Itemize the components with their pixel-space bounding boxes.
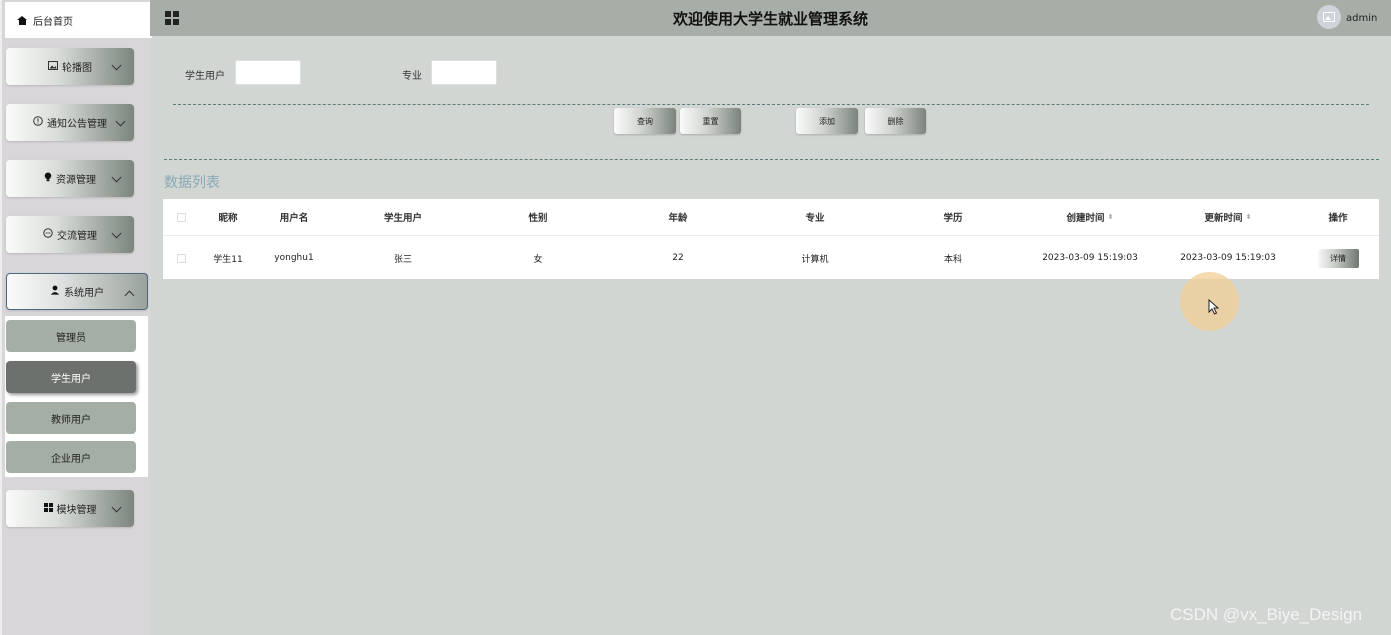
reset-button[interactable]: 重置 [680,108,741,134]
submenu-item-label: 教师用户 [51,414,91,426]
sort-icon: ⬍ [1107,213,1114,221]
menu-resource-label: 资源管理 [56,175,96,186]
sort-icon: ⬍ [1245,213,1252,221]
grid-icon [43,502,53,515]
submenu-item-teacher[interactable]: 教师用户 [6,402,136,434]
table-header: 昵称 用户名 学生用户 性别 年龄 专业 学历 创建时间 ⬍ 更新时间 ⬍ 操作 [163,199,1379,236]
column-header: 专业 [805,213,825,224]
menu-resource[interactable]: 资源管理 [6,160,134,197]
query-button[interactable]: 查询 [614,108,676,134]
column-header-label: 更新时间 [1204,213,1243,224]
row-checkbox[interactable] [176,253,186,263]
menu-carousel[interactable]: 轮播图 [6,48,134,85]
submenu-item-student[interactable]: 学生用户 [6,361,136,393]
menu-system-users-label: 系统用户 [64,288,104,299]
column-header: 学历 [943,213,963,224]
cell-updated: 2023-03-09 15:19:03 [1180,253,1276,263]
chevron-down-icon [111,228,122,239]
home-menu-item[interactable]: 后台首页 [5,2,152,38]
chevron-up-icon [124,290,135,301]
submenu-item-enterprise[interactable]: 企业用户 [6,441,136,473]
submenu-item-label: 企业用户 [51,453,91,465]
detail-button[interactable]: 详情 [1317,248,1359,268]
menu-notice[interactable]: 通知公告管理 [6,104,134,141]
user-icon [50,285,60,298]
cell-education: 本科 [943,254,962,265]
chevron-down-icon [111,172,122,183]
mouse-cursor-icon [1208,299,1220,315]
username[interactable]: admin [1346,13,1377,24]
menu-communication[interactable]: 交流管理 [6,216,134,253]
major-input[interactable] [431,60,497,85]
bulb-icon [44,172,52,185]
delete-button[interactable]: 删除 [865,108,926,134]
menu-modules-label: 模块管理 [56,505,97,516]
cell-major: 计算机 [801,254,829,265]
top-bar: 欢迎使用大学生就业管理系统 admin [150,0,1391,36]
row-select-cell [171,237,191,279]
divider [164,159,1379,160]
column-header: 操作 [1328,213,1348,224]
menu-carousel-label: 轮播图 [62,63,92,74]
cell-username: yonghu1 [274,253,314,263]
info-circle-icon [33,116,43,129]
add-button[interactable]: 添加 [796,108,858,134]
data-table: 昵称 用户名 学生用户 性别 年龄 专业 学历 创建时间 ⬍ 更新时间 ⬍ 操作 学… [163,199,1379,279]
home-label: 后台首页 [33,16,73,28]
sidebar: 后台首页 轮播图 通知公告管理 资源管理 交流管理 系统用户 管理员 学生用户 … [0,0,152,635]
divider [173,104,1369,105]
column-header: 性别 [528,213,548,224]
cell-action: 详情 [1313,237,1363,279]
home-icon [17,15,27,25]
select-all-checkbox[interactable] [176,212,186,222]
chat-bubble-icon [43,228,53,241]
cell-student: 张三 [393,254,412,265]
menu-communication-label: 交流管理 [57,231,97,242]
chevron-down-icon [111,60,122,71]
student-user-input[interactable] [235,60,301,85]
image-icon [1323,12,1335,22]
column-header-label: 创建时间 [1066,213,1105,224]
cell-gender: 女 [533,254,543,265]
image-icon [48,60,58,73]
avatar[interactable] [1317,5,1341,29]
chevron-down-icon [115,116,126,127]
select-all-cell [171,199,191,235]
menu-modules[interactable]: 模块管理 [6,490,134,527]
menu-system-users[interactable]: 系统用户 [6,273,148,310]
cell-nickname: 学生11 [213,254,243,265]
column-header: 年龄 [668,213,688,224]
column-header-sortable[interactable]: 创建时间 ⬍ [1035,199,1145,235]
table-row: 学生11 yonghu1 张三 女 22 计算机 本科 2023-03-09 1… [163,237,1379,279]
submenu-item-label: 管理员 [56,332,86,344]
student-user-label: 学生用户 [185,71,225,82]
chevron-down-icon [111,502,122,513]
submenu-item-admin[interactable]: 管理员 [6,320,136,352]
cell-age: 22 [672,253,684,263]
system-users-submenu: 管理员 学生用户 教师用户 企业用户 [5,316,148,477]
menu-notice-label: 通知公告管理 [47,119,107,130]
app-title: 欢迎使用大学生就业管理系统 [672,10,868,28]
column-header-sortable[interactable]: 更新时间 ⬍ [1173,199,1283,235]
column-header: 昵称 [218,213,238,224]
watermark: CSDN @vx_Biye_Design [1170,605,1363,624]
column-header: 用户名 [279,213,309,224]
column-header: 学生用户 [383,213,422,224]
section-title: 数据列表 [164,175,220,191]
submenu-item-label: 学生用户 [51,373,91,385]
cell-created: 2023-03-09 15:19:03 [1042,253,1138,263]
major-label: 专业 [402,71,422,82]
